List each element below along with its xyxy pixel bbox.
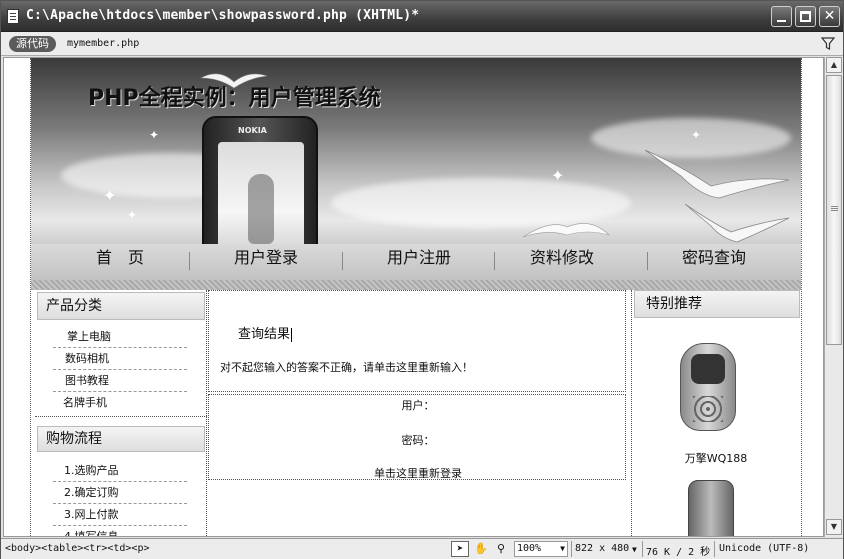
- zoom-value: 100%: [517, 543, 542, 554]
- category-item[interactable]: 掌上电脑: [53, 326, 187, 348]
- related-files-bar: 源代码 mymember.php: [1, 32, 843, 56]
- pointer-tool-icon[interactable]: ➤: [451, 541, 469, 557]
- category-item[interactable]: 图书教程: [53, 370, 187, 392]
- status-divider: [571, 541, 572, 557]
- sparkle-icon: ✦: [691, 128, 702, 142]
- zoom-tool-icon[interactable]: ⚲: [492, 541, 510, 557]
- sparkle-icon: ✦: [149, 128, 160, 142]
- encoding: Unicode (UTF-8): [719, 543, 810, 554]
- hand-tool-icon[interactable]: ✋: [472, 541, 490, 557]
- seagull-icon: [522, 223, 611, 238]
- editor-window: C:\Apache\htdocs\member\showpassword.php…: [0, 0, 844, 559]
- minimize-icon: [777, 20, 786, 22]
- flow-step[interactable]: 4.填写信息: [53, 526, 187, 536]
- flow-step[interactable]: 2.确定订购: [53, 482, 187, 504]
- chevron-down-icon: ▼: [560, 544, 565, 553]
- product-keypad: [693, 396, 723, 422]
- relogin-link[interactable]: 单击这里重新登录: [209, 465, 627, 481]
- filter-icon[interactable]: [821, 37, 835, 50]
- window-size[interactable]: 822 x 480: [575, 543, 629, 554]
- nav-separator: [647, 252, 648, 270]
- nav-separator: [189, 252, 190, 270]
- product-name[interactable]: 万擎WQ188: [632, 450, 800, 466]
- result-heading[interactable]: 查询结果: [238, 323, 293, 342]
- category-item[interactable]: 数码相机: [53, 348, 187, 370]
- sparkle-icon: ✦: [103, 186, 117, 205]
- status-bar: <body><table><tr><td><p> ➤ ✋ ⚲ 100% ▼ 822…: [1, 538, 843, 559]
- user-label: 用户：: [401, 399, 435, 412]
- minimize-button[interactable]: [771, 6, 792, 27]
- related-file-link[interactable]: mymember.php: [67, 38, 139, 49]
- product-image[interactable]: [688, 480, 734, 536]
- error-message[interactable]: 对不起您输入的答案不正确，请单击这里重新输入！: [220, 359, 473, 375]
- scroll-thumb[interactable]: [826, 75, 842, 345]
- nav-separator: [494, 252, 495, 270]
- phone-figure: [248, 174, 274, 244]
- document-icon: [7, 9, 19, 24]
- product-image[interactable]: [680, 343, 736, 431]
- sparkle-icon: ✦: [127, 208, 138, 222]
- category-item[interactable]: 名牌手机: [53, 392, 187, 414]
- section-divider: [35, 416, 207, 417]
- status-divider: [642, 541, 643, 557]
- title-bar: C:\Apache\htdocs\member\showpassword.php…: [1, 1, 843, 32]
- result-heading-text: 查询结果: [238, 327, 291, 342]
- window-title: C:\Apache\htdocs\member\showpassword.php…: [26, 8, 420, 23]
- window-size-dropdown-icon[interactable]: ▼: [632, 545, 637, 554]
- maximize-icon: [800, 11, 811, 22]
- result-panel: 查询结果 对不起您输入的答案不正确，请单击这里重新输入！: [208, 290, 626, 392]
- nav-edit-profile[interactable]: 资料修改: [507, 244, 617, 280]
- vertical-scrollbar[interactable]: ▲ ▼: [824, 57, 843, 537]
- nav-separator: [342, 252, 343, 270]
- flow-heading: 购物流程: [37, 426, 205, 452]
- recommend-heading: 特别推荐: [634, 290, 800, 318]
- site-banner: ✦ ✦ ✦ ✦ ✦ PHP全程实例：用户管理系统 NOKIA 首 页 用户登录 …: [31, 58, 801, 290]
- login-info-panel: 用户： 密码： 单击这里重新登录: [208, 394, 626, 480]
- main-content: 查询结果 对不起您输入的答案不正确，请单击这里重新输入！ 用户： 密码： 单击这…: [208, 290, 628, 536]
- status-divider: [714, 541, 715, 557]
- design-view[interactable]: ✦ ✦ ✦ ✦ ✦ PHP全程实例：用户管理系统 NOKIA 首 页 用户登录 …: [3, 57, 824, 537]
- nav-home[interactable]: 首 页: [65, 244, 175, 280]
- scroll-down-button[interactable]: ▼: [826, 519, 842, 535]
- maximize-button[interactable]: [795, 6, 816, 27]
- site-nav: 首 页 用户登录 用户注册 资料修改 密码查询: [31, 244, 801, 280]
- flow-step[interactable]: 3.网上付款: [53, 504, 187, 526]
- left-sidebar: 产品分类 掌上电脑 数码相机 图书教程 名牌手机 购物流程 1.选购产品 2.确…: [35, 290, 207, 536]
- nav-login[interactable]: 用户登录: [211, 244, 321, 280]
- categories-heading: 产品分类: [37, 292, 205, 320]
- seagull-icon: [684, 203, 790, 243]
- scroll-up-button[interactable]: ▲: [826, 57, 842, 73]
- password-label: 密码：: [401, 434, 435, 447]
- product-screen: [691, 354, 725, 384]
- phone-brand-label: NOKIA: [238, 126, 267, 135]
- right-sidebar: 特别推荐 万擎WQ188: [631, 290, 801, 536]
- zoom-select[interactable]: 100% ▼: [514, 541, 568, 557]
- close-icon: ✕: [823, 8, 836, 24]
- tag-selector[interactable]: <body><table><tr><td><p>: [5, 543, 150, 554]
- sparkle-icon: ✦: [551, 166, 565, 185]
- source-code-button[interactable]: 源代码: [9, 36, 56, 52]
- text-cursor: [291, 327, 293, 342]
- document-size: 76 K / 2 秒: [646, 547, 711, 558]
- nav-register[interactable]: 用户注册: [364, 244, 474, 280]
- nav-password-lookup[interactable]: 密码查询: [659, 244, 769, 280]
- page-table: ✦ ✦ ✦ ✦ ✦ PHP全程实例：用户管理系统 NOKIA 首 页 用户登录 …: [30, 58, 802, 536]
- seagull-icon: [199, 73, 268, 89]
- nav-divider: [31, 280, 801, 290]
- flow-step[interactable]: 1.选购产品: [53, 460, 187, 482]
- close-button[interactable]: ✕: [819, 6, 840, 27]
